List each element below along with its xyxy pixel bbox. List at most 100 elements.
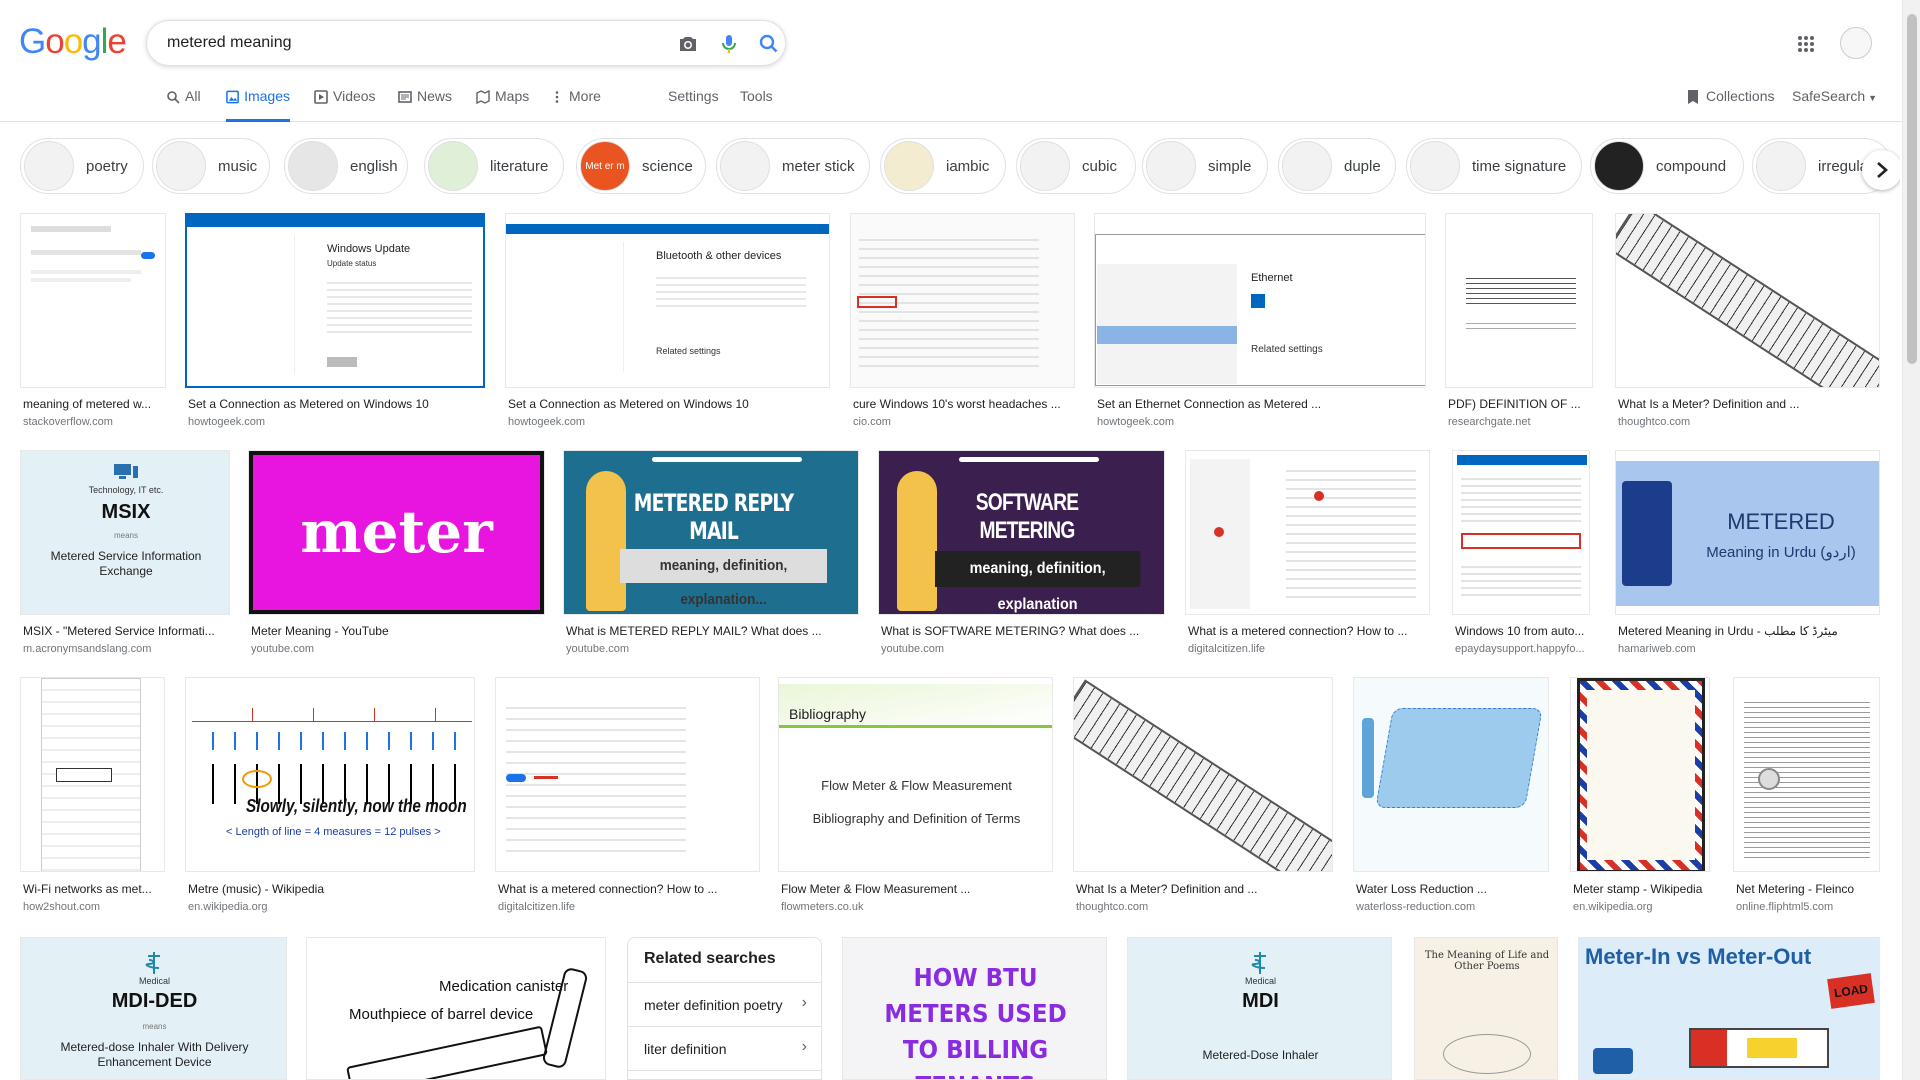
tab-all[interactable]: All [166,88,201,122]
image-result[interactable]: Ethernet Related settings Set an Etherne… [1094,213,1426,428]
result-thumbnail [20,213,166,388]
chip-cubic[interactable]: cubic [1016,138,1136,194]
chip-science[interactable]: Met er m science [576,138,706,194]
chip-simple[interactable]: simple [1142,138,1268,194]
search-input[interactable]: metered meaning [167,34,292,52]
chip-time-signature[interactable]: time signature [1406,138,1582,194]
result-source: youtube.com [566,643,629,655]
thumb-text: SOFTWARE METERING [975,489,1079,544]
thumb-text: Bluetooth & other devices [656,250,782,262]
tab-videos[interactable]: Videos [314,88,376,122]
thumb-text: Bibliography and Definition of Terms [812,811,1021,826]
search-box[interactable]: metered meaning [146,20,786,66]
result-title: What is a metered connection? How to ... [1188,624,1408,638]
chip-iambic[interactable]: iambic [880,138,1006,194]
image-result[interactable]: METERED Meaning in Urdu (اردو) Metered M… [1615,450,1880,660]
result-thumbnail: Ethernet Related settings [1094,213,1426,388]
image-result[interactable]: What Is a Meter? Definition and ... thou… [1615,213,1880,428]
microphone-icon[interactable] [717,32,741,56]
result-title: Water Loss Reduction ... [1356,882,1487,896]
image-result[interactable]: PDF) DEFINITION OF ... researchgate.net [1445,213,1593,428]
result-source: hamariweb.com [1618,643,1696,655]
image-result[interactable]: Windows 10 from auto... epaydaysupport.h… [1452,450,1590,660]
divider [628,1070,821,1080]
image-result[interactable]: SOFTWARE METERING meaning, definition, e… [878,450,1165,660]
thumb-text: Meter-In vs Meter-Out [1585,944,1812,969]
image-result[interactable]: What Is a Meter? Definition and ... thou… [1073,677,1333,917]
image-result[interactable]: Bluetooth & other devices Related settin… [505,213,830,428]
chip-music[interactable]: music [152,138,270,194]
chip-label: meter stick [782,157,855,175]
result-thumbnail [20,677,165,872]
result-thumbnail: METERED REPLY MAIL meaning, definition, … [563,450,859,615]
image-result[interactable]: Water Loss Reduction ... waterloss-reduc… [1353,677,1549,917]
search-icon[interactable] [757,32,781,56]
chip-poetry[interactable]: poetry [20,138,144,194]
result-title: What is METERED REPLY MAIL? What does ..… [566,624,822,638]
result-thumbnail: Windows Update Update status [185,213,485,388]
image-result[interactable]: cure Windows 10's worst headaches ... ci… [850,213,1075,428]
result-title: Set an Ethernet Connection as Metered ..… [1097,397,1322,411]
caduceus-icon [145,952,160,974]
image-result[interactable]: meter Meter Meaning - YouTube youtube.co… [248,450,545,660]
chip-thumbnail [720,141,770,191]
thumb-text: means [113,531,138,540]
chip-label: time signature [1472,157,1567,175]
tab-label: All [185,88,201,104]
thumb-text: MDI-DED [111,990,198,1012]
chip-english[interactable]: english [284,138,408,194]
chevron-right-icon: › [801,1038,807,1055]
chip-duple[interactable]: duple [1278,138,1396,194]
result-thumbnail: Bibliography Flow Meter & Flow Measureme… [778,677,1053,872]
image-result[interactable]: Technology, IT etc. MSIX means Metered S… [20,450,230,660]
apps-grid-icon[interactable] [1797,35,1815,53]
tab-news[interactable]: News [398,88,452,122]
image-result[interactable]: What is a metered connection? How to ...… [1185,450,1430,660]
safesearch-button[interactable]: SafeSearch ▼ [1792,88,1877,104]
related-item[interactable]: meter definition poetry › [628,982,821,1026]
image-result[interactable]: The Meaning of Life and Other Poems [1414,937,1558,1080]
image-result[interactable]: Wi-Fi networks as met... how2shout.com [20,677,165,917]
image-result[interactable]: Medical MDI-DED means Metered-dose Inhal… [20,937,287,1080]
image-result[interactable]: Medication canister Mouthpiece of barrel… [306,937,606,1080]
thumb-text: Meaning in Urdu (اردو) [1706,544,1856,561]
result-title: cure Windows 10's worst headaches ... [853,397,1061,411]
image-result[interactable]: Medical MDI Metered-Dose Inhaler [1127,937,1392,1080]
chip-meter-stick[interactable]: meter stick [716,138,870,194]
tab-images[interactable]: Images [226,88,290,122]
image-result[interactable]: Bibliography Flow Meter & Flow Measureme… [778,677,1053,917]
tab-more[interactable]: More [550,88,601,122]
scrollbar-thumb[interactable] [1907,14,1917,364]
image-result[interactable]: METERED REPLY MAIL meaning, definition, … [563,450,859,660]
result-title: Metered Meaning in Urdu - میٹرڈ کا مطلب [1618,624,1838,638]
chip-label: simple [1208,157,1252,175]
google-logo[interactable]: Google [19,22,127,62]
result-source: thoughtco.com [1618,416,1691,428]
settings-link[interactable]: Settings [668,88,719,122]
image-result[interactable]: Net Metering - Fleinco online.fliphtml5.… [1733,677,1880,917]
scrollbar[interactable] [1902,0,1920,1080]
chip-literature[interactable]: literature [424,138,564,194]
thumb-text: Medical [138,976,170,986]
chip-compound[interactable]: compound [1590,138,1744,194]
related-item[interactable]: liter definition › [628,1026,821,1070]
result-thumbnail [1185,450,1430,615]
image-result[interactable]: What is a metered connection? How to ...… [495,677,760,917]
chips-next-button[interactable] [1862,150,1900,190]
avatar[interactable] [1840,27,1872,59]
image-result[interactable]: Slowly, silently, now the moon < Length … [185,677,475,917]
image-result[interactable]: Windows Update Update status Set a Conne… [185,213,485,428]
image-result[interactable]: meaning of metered w... stackoverflow.co… [20,213,166,428]
result-source: epaydaysupport.happyfo... [1455,643,1585,655]
tab-maps[interactable]: Maps [476,88,529,122]
image-result[interactable]: HOW BTU METERS USED TO BILLING TENANTS [842,937,1107,1080]
image-result[interactable]: Meter-In vs Meter-Out LOAD [1578,937,1880,1080]
tab-label: Settings [668,88,719,104]
chip-label: irregula [1818,157,1869,175]
image-result[interactable]: Meter stamp - Wikipedia en.wikipedia.org [1570,677,1710,917]
google-images-page: { "header": { "logo": ["G","o","o","g","… [0,0,1920,1080]
camera-icon[interactable] [676,32,700,56]
image-icon [226,90,239,104]
chip-thumbnail [428,141,478,191]
tools-link[interactable]: Tools [740,88,773,122]
